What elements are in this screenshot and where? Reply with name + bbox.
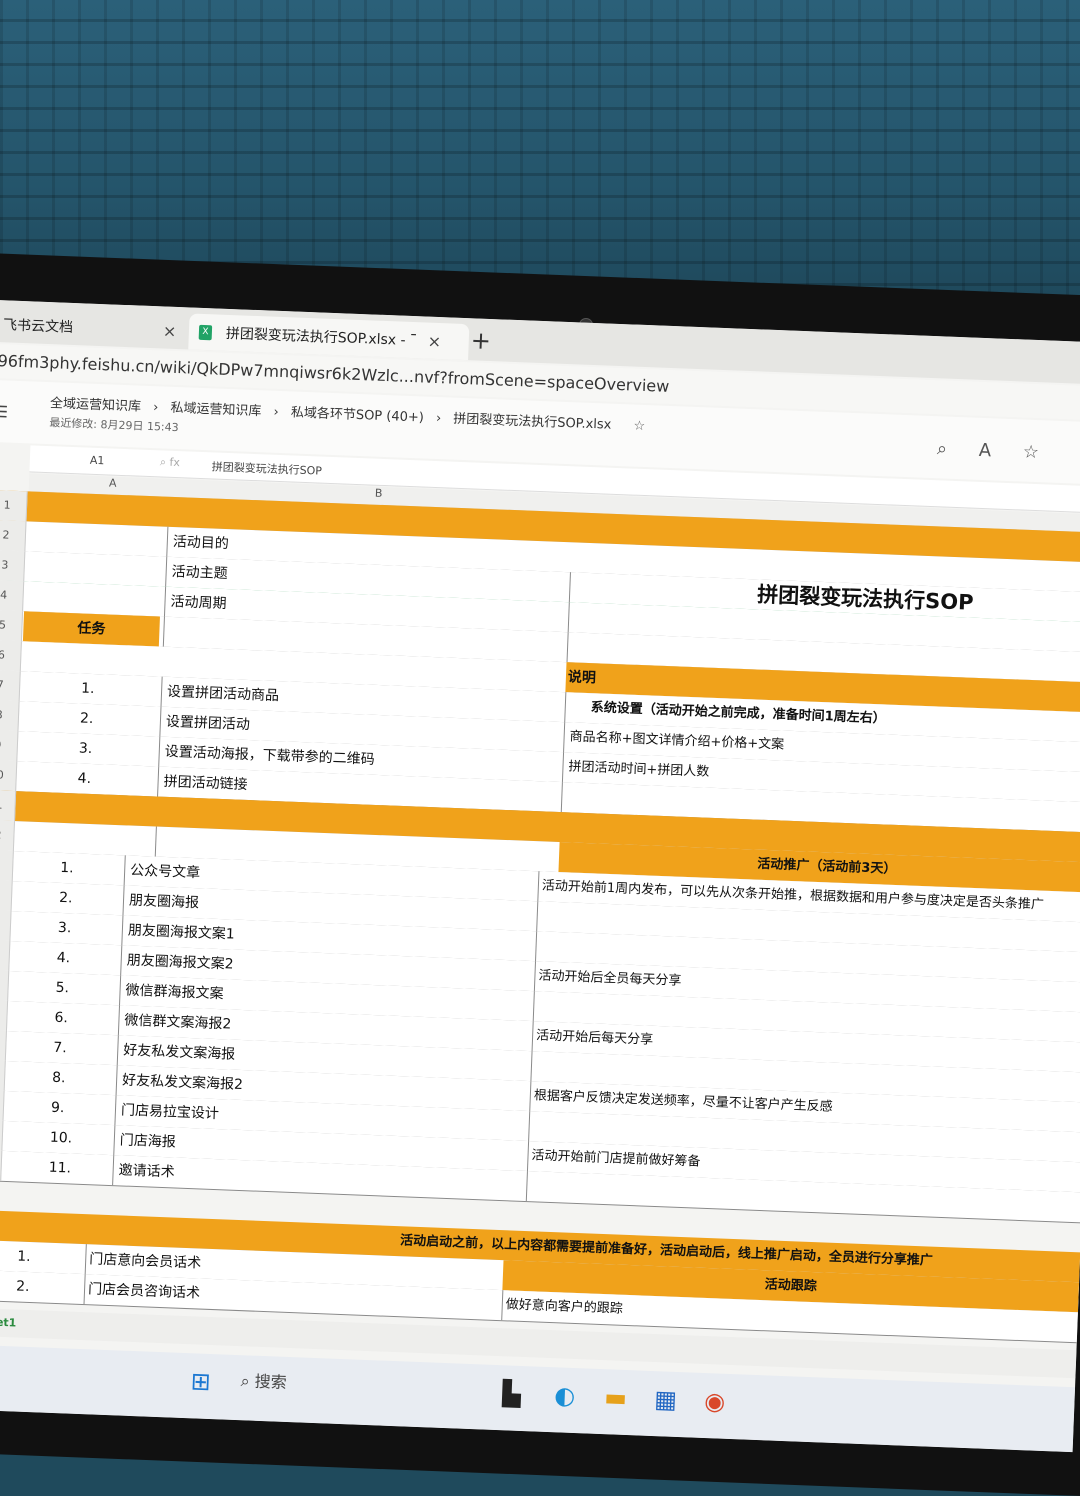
task-cell[interactable]: 朋友圈海报文案2	[126, 946, 234, 980]
row-index: 5.	[55, 979, 70, 997]
label-theme: 活动主题	[171, 563, 228, 583]
column-header[interactable]: A	[109, 476, 117, 489]
formula-value[interactable]: 拼团裂变玩法执行SOP	[211, 458, 323, 478]
row-index: 7.	[53, 1039, 67, 1057]
sheet-tab[interactable]: Sheet1	[0, 1315, 17, 1330]
close-icon[interactable]: ×	[163, 321, 177, 341]
breadcrumb-current: 拼团裂变玩法执行SOP.xlsx	[453, 411, 612, 433]
chevron-right-icon: ›	[273, 404, 280, 420]
formula-icon: ⌕ fx	[159, 455, 181, 470]
task-cell[interactable]: 门店意向会员话术	[89, 1244, 202, 1278]
task-cell[interactable]: 好友私发文案海报2	[122, 1065, 244, 1100]
row-number: 23	[0, 1149, 3, 1181]
file-explorer-icon[interactable]: ▙	[502, 1379, 522, 1408]
task-cell[interactable]: 设置拼团活动	[165, 707, 251, 740]
breadcrumb-item[interactable]: 私域各环节SOP (40+)	[291, 405, 425, 425]
row-index: 10.	[49, 1129, 73, 1147]
task-cell[interactable]: 朋友圈海报	[128, 886, 200, 919]
row-number: 14	[0, 879, 13, 912]
read-aloud-icon[interactable]: A	[978, 440, 991, 461]
chevron-right-icon: ›	[435, 410, 442, 427]
row-number: 1	[0, 489, 28, 522]
task-cell[interactable]: 门店海报	[119, 1125, 177, 1157]
row-number: 13	[0, 849, 14, 882]
row-index: 9.	[50, 1099, 65, 1117]
row-index: 8.	[51, 1069, 66, 1087]
row-index: 6.	[54, 1009, 69, 1027]
edge-browser-icon[interactable]: ◐	[554, 1381, 576, 1410]
row-number: 20	[0, 1059, 6, 1091]
row-index: 4.	[77, 770, 92, 787]
header-icons: ⌕ A ☆	[937, 438, 1066, 464]
chevron-right-icon: ›	[152, 400, 159, 416]
row-number: 15	[0, 909, 12, 942]
row-index: 1.	[59, 859, 74, 877]
row-index: 1.	[80, 680, 95, 698]
task-cell[interactable]: 邀请话术	[118, 1155, 175, 1187]
row-number: 17	[0, 969, 10, 1001]
tab-title: 飞书云文档	[2, 317, 74, 336]
search-label: 搜索	[254, 1371, 288, 1392]
row-number: 16	[0, 939, 11, 972]
row-number: 18	[0, 999, 9, 1031]
task-cell[interactable]: 设置拼团活动商品	[167, 677, 280, 711]
row-index: 3.	[78, 740, 93, 758]
row-index: 2.	[15, 1278, 30, 1296]
last-modified: 最近修改: 8月29日 15:43	[49, 416, 179, 435]
close-icon[interactable]: ×	[427, 331, 441, 351]
row-index: 4.	[56, 949, 71, 967]
breadcrumb-item[interactable]: 私域运营知识库	[170, 401, 262, 419]
task-cell[interactable]: 公众号文章	[130, 856, 201, 889]
row-number: 19	[0, 1029, 7, 1061]
row-index: 3.	[57, 919, 72, 937]
task-cell[interactable]: 朋友圈海报文案1	[127, 916, 235, 950]
chrome-icon[interactable]: ◉	[704, 1387, 726, 1416]
zoom-icon[interactable]: ⌕	[937, 438, 948, 459]
taskbar-search[interactable]: ⌕ 搜索	[240, 1367, 287, 1393]
label-period: 活动周期	[170, 593, 227, 613]
task-cell[interactable]: 微信群文案海报2	[124, 1005, 232, 1039]
cell-reference[interactable]: A1	[90, 454, 105, 468]
task-cell[interactable]: 门店会员咨询话术	[88, 1274, 201, 1308]
row-index: 2.	[79, 710, 94, 728]
new-tab-button[interactable]: +	[470, 326, 491, 355]
column-header[interactable]: B	[375, 487, 383, 500]
sheet-file-icon: X	[198, 324, 213, 340]
search-icon: ⌕	[240, 1371, 256, 1391]
folder-icon[interactable]: ▬	[604, 1383, 628, 1412]
row-index: 2.	[58, 889, 73, 907]
star-icon[interactable]: ☆	[633, 419, 645, 434]
task-cell[interactable]: 微信群海报文案	[125, 975, 224, 1009]
task-cell[interactable]: 门店易拉宝设计	[120, 1095, 220, 1129]
tab-feishu-docs[interactable]: 飞书云文档 ×	[2, 306, 187, 349]
laptop-screen: 飞书云文档 × X 拼团裂变玩法执行SOP.xlsx - 飞书 × + 96fm…	[0, 300, 1080, 1453]
store-icon[interactable]: ▦	[654, 1385, 678, 1414]
task-cell[interactable]: 拼团活动链接	[163, 767, 248, 800]
note-cell[interactable]: 做好意向客户的跟踪	[505, 1290, 624, 1324]
favorite-icon[interactable]: ☆	[1022, 442, 1039, 464]
row-index: 1.	[16, 1248, 31, 1266]
row-number: 21	[0, 1089, 5, 1121]
tab-title: 拼团裂变玩法执行SOP.xlsx - 飞书	[225, 325, 417, 350]
label-purpose: 活动目的	[172, 533, 230, 553]
note-cell[interactable]: 活动开始后每天分享	[536, 1021, 654, 1055]
windows-start-icon[interactable]: ⊞	[190, 1367, 211, 1396]
row-number: 22	[0, 1119, 4, 1151]
breadcrumb-item[interactable]: 全域运营知识库	[50, 396, 142, 414]
menu-icon[interactable]: ☰	[0, 402, 8, 422]
row-index: 11.	[48, 1159, 72, 1177]
task-cell[interactable]: 好友私发文案海报	[123, 1035, 236, 1069]
